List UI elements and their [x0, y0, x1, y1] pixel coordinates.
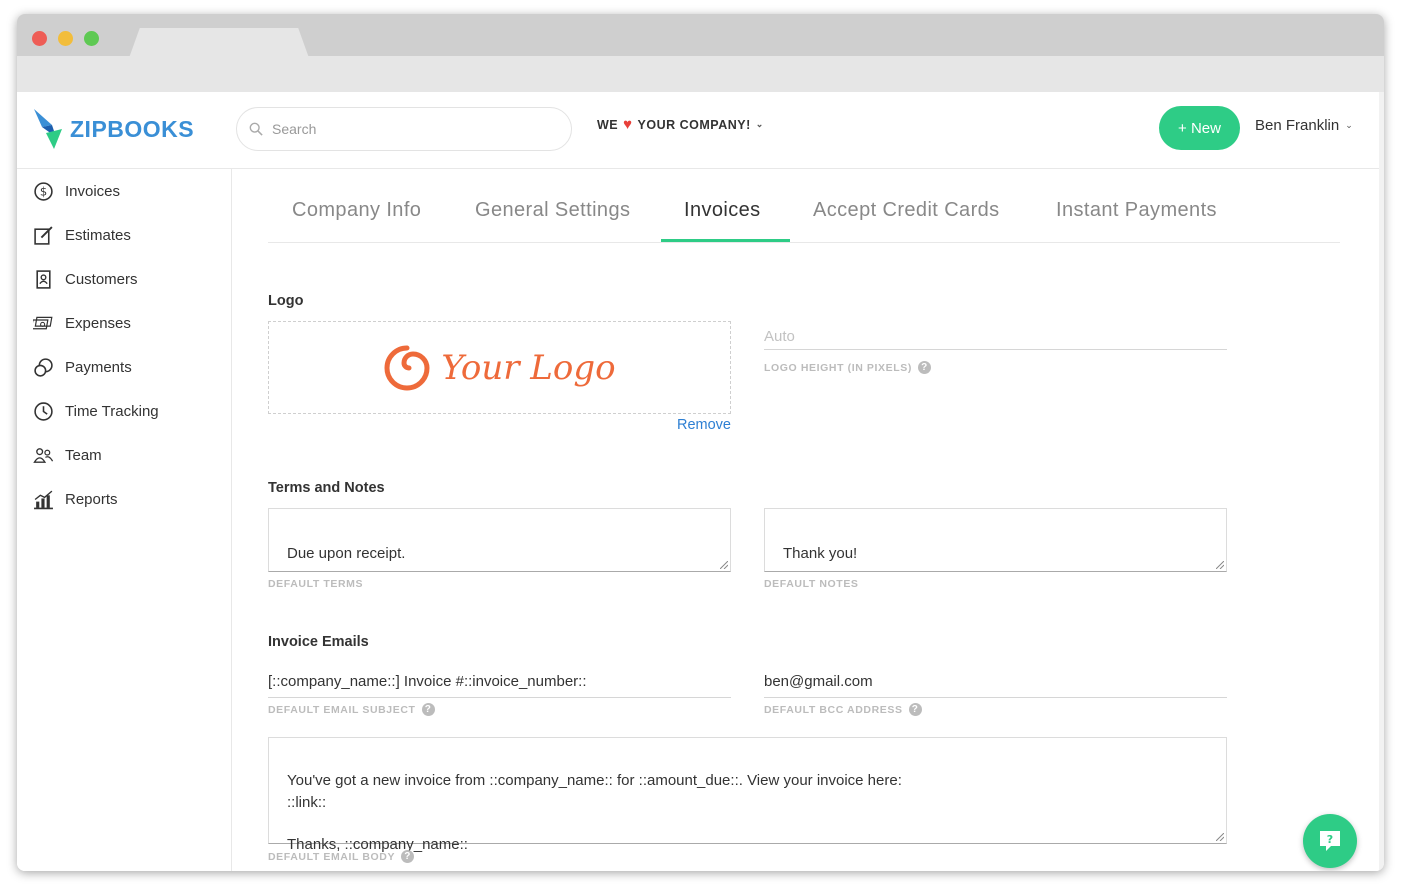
- email-subject-caption: DEFAULT EMAIL SUBJECT ?: [268, 703, 435, 716]
- email-body-caption: DEFAULT EMAIL BODY ?: [268, 850, 415, 863]
- minimize-window-button[interactable]: [58, 31, 73, 46]
- sidebar-item-estimates[interactable]: Estimates: [33, 220, 131, 250]
- company-logo-image: Your Logo: [383, 344, 616, 392]
- help-icon[interactable]: ?: [908, 703, 922, 716]
- sidebar-item-customers[interactable]: Customers: [33, 264, 138, 294]
- sidebar-item-reports[interactable]: Reports: [33, 484, 118, 514]
- email-subject-caption-text: DEFAULT EMAIL SUBJECT: [268, 703, 416, 716]
- sidebar-item-payments[interactable]: Payments: [33, 352, 132, 382]
- help-icon[interactable]: ?: [421, 703, 435, 716]
- remove-logo-link[interactable]: Remove: [677, 417, 731, 433]
- sidebar-item-label: Time Tracking: [65, 402, 159, 420]
- sidebar-item-team[interactable]: Team: [33, 440, 102, 470]
- sidebar-item-label: Team: [65, 446, 102, 464]
- maximize-window-button[interactable]: [84, 31, 99, 46]
- heart-icon: ♥: [623, 116, 633, 133]
- resize-handle-icon[interactable]: [1216, 561, 1224, 569]
- sidebar-item-label: Estimates: [65, 226, 131, 244]
- dollar-circle-icon: $: [34, 181, 53, 201]
- logo-section-title: Logo: [268, 293, 304, 309]
- help-chat-button[interactable]: ?: [1303, 814, 1357, 868]
- company-menu-label: YOUR COMPANY!: [637, 117, 751, 132]
- team-icon: [33, 447, 54, 463]
- app-name: ZIPBOOKS: [70, 115, 195, 142]
- default-notes-textarea[interactable]: Thank you!: [764, 508, 1227, 572]
- bcc-address-caption: DEFAULT BCC ADDRESS ?: [764, 703, 922, 716]
- default-notes-value: Thank you!: [783, 544, 858, 562]
- tab-general-settings[interactable]: General Settings: [475, 199, 630, 222]
- close-window-button[interactable]: [32, 31, 47, 46]
- sidebar-item-label: Expenses: [65, 314, 131, 332]
- email-subject-input[interactable]: [::company_name::] Invoice #::invoice_nu…: [268, 669, 731, 698]
- default-terms-textarea[interactable]: Due upon receipt.: [268, 508, 731, 572]
- help-icon[interactable]: ?: [917, 361, 931, 374]
- swirl-logo-icon: [384, 345, 430, 390]
- cash-icon: [33, 316, 53, 329]
- contact-book-icon: [36, 269, 51, 289]
- search-input[interactable]: Search: [236, 107, 572, 151]
- app-logo[interactable]: ZIPBOOKS: [32, 107, 202, 151]
- zipbooks-logo-icon: [34, 109, 62, 149]
- user-name: Ben Franklin: [1255, 117, 1340, 134]
- email-body-textarea[interactable]: You've got a new invoice from ::company_…: [268, 737, 1227, 853]
- top-bar: ZIPBOOKS Search WE ♥ YOUR COMPANY! ⌄ + N…: [17, 92, 1379, 169]
- tab-instant-payments[interactable]: Instant Payments: [1056, 199, 1217, 222]
- company-menu-prefix: WE: [597, 117, 619, 132]
- company-menu[interactable]: WE ♥ YOUR COMPANY! ⌄: [597, 117, 764, 132]
- search-icon: [249, 122, 263, 136]
- settings-content: Company Info General Settings Invoices A…: [233, 169, 1379, 871]
- bcc-address-caption-text: DEFAULT BCC ADDRESS: [764, 703, 903, 716]
- sidebar-item-label: Customers: [65, 270, 138, 288]
- coins-icon: [34, 357, 53, 377]
- sidebar-item-label: Invoices: [65, 182, 121, 200]
- bar-chart-icon: [34, 490, 53, 509]
- default-notes-caption: DEFAULT NOTES: [764, 578, 859, 590]
- sidebar-item-label: Payments: [65, 358, 132, 376]
- sidebar-item-invoices[interactable]: $ Invoices: [33, 176, 120, 206]
- sidebar: $ Invoices Estimates Customers Expenses …: [17, 169, 232, 871]
- scrollbar-track[interactable]: [1379, 92, 1384, 871]
- email-section-title: Invoice Emails: [268, 634, 369, 650]
- app-page: ZIPBOOKS Search WE ♥ YOUR COMPANY! ⌄ + N…: [17, 92, 1379, 871]
- tab-company-info[interactable]: Company Info: [292, 199, 421, 222]
- logo-text: Your Logo: [441, 347, 616, 388]
- active-tab-indicator: [661, 239, 790, 242]
- svg-text:?: ?: [1327, 833, 1333, 846]
- user-menu[interactable]: Ben Franklin ⌄: [1255, 117, 1353, 134]
- default-terms-value: Due upon receipt.: [287, 544, 406, 562]
- tab-invoices[interactable]: Invoices: [684, 199, 761, 222]
- logo-upload-area[interactable]: Your Logo: [268, 321, 731, 414]
- default-terms-caption: DEFAULT TERMS: [268, 578, 364, 590]
- logo-height-input[interactable]: Auto: [764, 324, 1227, 350]
- new-button[interactable]: + New: [1159, 106, 1240, 150]
- search-placeholder: Search: [272, 121, 317, 137]
- sidebar-item-label: Reports: [65, 490, 118, 508]
- chevron-down-icon: ⌄: [755, 119, 764, 129]
- tab-accept-credit-cards[interactable]: Accept Credit Cards: [813, 199, 1000, 222]
- resize-handle-icon[interactable]: [720, 561, 728, 569]
- chat-help-icon: ?: [1320, 831, 1340, 851]
- sidebar-item-time-tracking[interactable]: Time Tracking: [33, 396, 159, 426]
- resize-handle-icon[interactable]: [1216, 833, 1224, 841]
- sidebar-item-expenses[interactable]: Expenses: [33, 308, 131, 338]
- logo-height-caption-text: LOGO HEIGHT (IN PIXELS): [764, 361, 912, 374]
- terms-section-title: Terms and Notes: [268, 480, 385, 496]
- settings-tabs: Company Info General Settings Invoices A…: [268, 169, 1340, 243]
- email-body-caption-text: DEFAULT EMAIL BODY: [268, 850, 396, 863]
- chevron-down-icon: ⌄: [1345, 120, 1353, 130]
- edit-icon: [34, 225, 53, 245]
- browser-chrome: [17, 14, 1384, 92]
- clock-icon: [34, 401, 53, 421]
- svg-text:$: $: [40, 184, 47, 198]
- bcc-address-input[interactable]: ben@gmail.com: [764, 669, 1227, 698]
- logo-height-caption: LOGO HEIGHT (IN PIXELS) ?: [764, 361, 931, 374]
- browser-window: ZIPBOOKS Search WE ♥ YOUR COMPANY! ⌄ + N…: [17, 14, 1384, 871]
- help-icon[interactable]: ?: [401, 850, 415, 863]
- browser-tab[interactable]: [129, 28, 309, 58]
- email-body-value: You've got a new invoice from ::company_…: [287, 772, 902, 854]
